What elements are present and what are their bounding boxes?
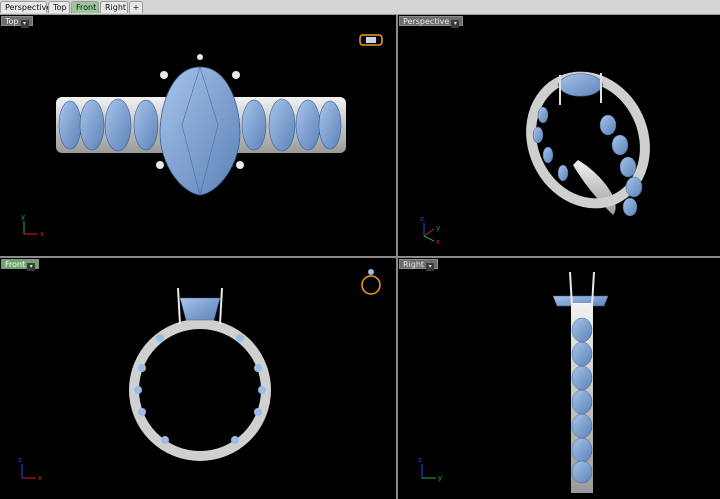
svg-text:z: z bbox=[420, 215, 424, 223]
chevron-down-icon[interactable]: ▾ bbox=[451, 20, 460, 28]
svg-text:z: z bbox=[418, 456, 422, 464]
svg-text:x: x bbox=[38, 474, 42, 482]
view-navigator-icon bbox=[361, 269, 381, 295]
tab-right[interactable]: Right bbox=[100, 1, 128, 13]
add-tab-button[interactable]: + bbox=[129, 1, 143, 13]
viewport-tab-bar: Perspective Top Front Right + bbox=[0, 0, 720, 15]
front-view-ring-render: x z bbox=[18, 269, 381, 482]
viewport-top[interactable]: x y Top ▾ bbox=[0, 15, 396, 256]
tab-top[interactable]: Top bbox=[48, 1, 70, 13]
right-view-ring-render: y z bbox=[418, 271, 609, 493]
axis-gizmo bbox=[23, 221, 38, 235]
svg-text:x: x bbox=[436, 238, 440, 246]
viewport-label-top[interactable]: Top ▾ bbox=[1, 16, 33, 28]
plus-icon: + bbox=[132, 3, 140, 12]
viewport-label-right[interactable]: Right ▾ bbox=[399, 259, 439, 271]
svg-text:y: y bbox=[436, 224, 440, 232]
svg-text:y: y bbox=[438, 474, 442, 482]
chevron-down-icon[interactable]: ▾ bbox=[20, 20, 29, 28]
svg-text:z: z bbox=[18, 456, 22, 464]
viewport-label-front[interactable]: Front ▾ bbox=[1, 259, 40, 271]
viewport-front[interactable]: x z Front ▾ bbox=[0, 258, 396, 499]
chevron-down-icon[interactable]: ▾ bbox=[426, 263, 435, 271]
viewport-right[interactable]: y z Right ▾ bbox=[398, 258, 720, 499]
perspective-view-ring-render: y x z bbox=[420, 71, 650, 246]
top-view-ring-render: x y bbox=[21, 34, 383, 238]
viewport-perspective[interactable]: y x z Perspective ▾ bbox=[398, 15, 720, 256]
viewport-label-perspective[interactable]: Perspective ▾ bbox=[399, 16, 464, 28]
chevron-down-icon[interactable]: ▾ bbox=[27, 263, 36, 271]
svg-text:y: y bbox=[21, 213, 25, 221]
tab-perspective[interactable]: Perspective bbox=[0, 1, 51, 13]
view-navigator-icon bbox=[359, 34, 383, 46]
svg-text:x: x bbox=[40, 230, 44, 238]
tab-front[interactable]: Front bbox=[71, 1, 99, 13]
